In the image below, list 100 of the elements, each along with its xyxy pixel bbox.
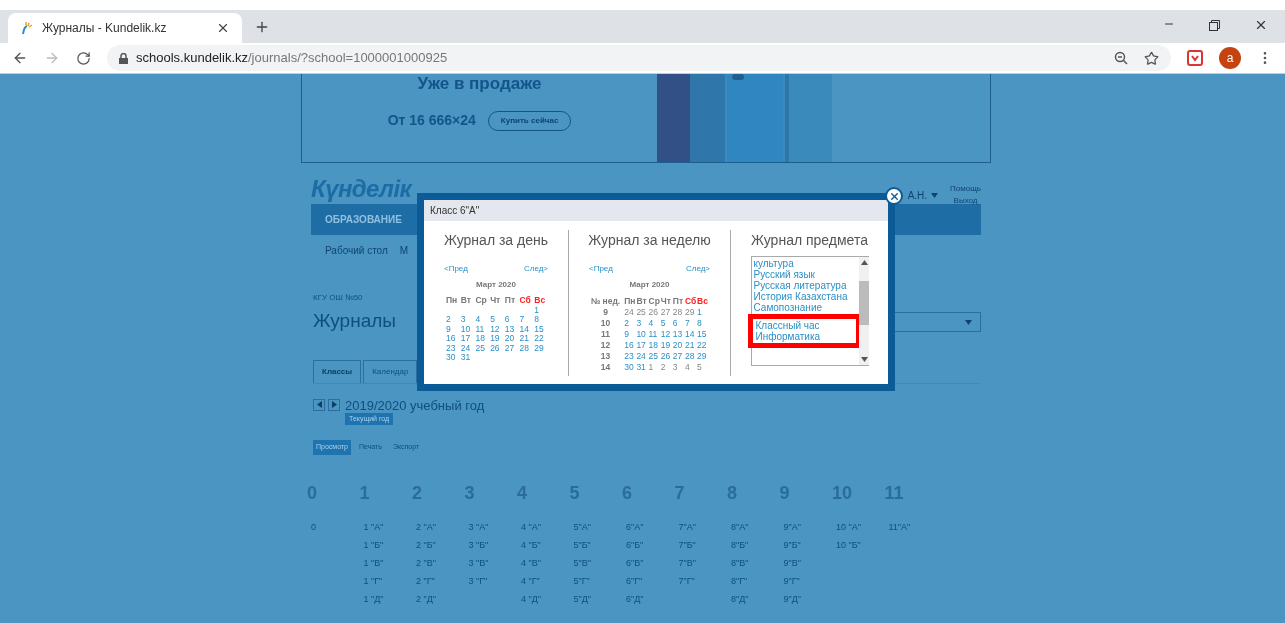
day-link[interactable]: 30 bbox=[624, 362, 636, 373]
class-link[interactable]: 3 "Б" bbox=[468, 535, 489, 554]
class-link[interactable]: 4 "Б" bbox=[521, 535, 541, 554]
class-link[interactable]: 8"Д" bbox=[731, 589, 749, 608]
class-link[interactable]: 7"Г" bbox=[678, 571, 695, 590]
class-link[interactable]: 3 "В" bbox=[468, 553, 489, 572]
class-link[interactable]: 5"Б" bbox=[573, 535, 591, 554]
subnav-link[interactable]: Рабочий стол bbox=[325, 242, 388, 258]
subject-item[interactable]: Информатика bbox=[755, 331, 821, 342]
day-link[interactable]: 25 bbox=[475, 343, 488, 353]
day-link[interactable]: 28 bbox=[519, 343, 532, 353]
day-link[interactable]: 13 bbox=[504, 324, 517, 334]
day-link[interactable]: 6 bbox=[672, 318, 684, 329]
class-link[interactable]: 10 "Б" bbox=[836, 535, 861, 554]
close-tab-icon[interactable] bbox=[216, 21, 230, 35]
class-link[interactable]: 1 "Г" bbox=[363, 571, 383, 590]
day-link[interactable]: 7 bbox=[519, 315, 532, 325]
class-link[interactable]: 9"Д" bbox=[783, 589, 801, 608]
day-link[interactable]: 24 bbox=[636, 351, 648, 362]
day-link[interactable]: 31 bbox=[636, 362, 648, 373]
subject-item[interactable]: Классный час bbox=[755, 320, 820, 331]
close-button[interactable] bbox=[885, 187, 903, 205]
day-link[interactable]: 26 bbox=[660, 351, 672, 362]
scroll-up-icon[interactable] bbox=[861, 260, 868, 265]
browser-tab[interactable]: Журналы - Kundelik.kz bbox=[8, 13, 242, 43]
subnav-link[interactable]: М bbox=[399, 242, 409, 258]
class-link[interactable]: 4 "Г" bbox=[521, 571, 540, 590]
day-link[interactable]: 12 bbox=[490, 324, 502, 334]
subject-item[interactable]: История Казахстана bbox=[753, 291, 848, 302]
user-menu[interactable]: А.Н. bbox=[907, 183, 939, 207]
previous-year-button[interactable] bbox=[313, 398, 325, 411]
header-link[interactable]: Выход bbox=[953, 195, 978, 207]
day-link[interactable]: 4 bbox=[684, 362, 697, 373]
restore-icon[interactable] bbox=[1209, 20, 1220, 31]
class-link[interactable]: 6"В" bbox=[626, 553, 644, 572]
class-link[interactable]: 3 "Г" bbox=[468, 571, 488, 590]
back-icon[interactable] bbox=[12, 50, 28, 66]
day-link[interactable]: 4 bbox=[648, 318, 660, 329]
class-link[interactable]: 9"Г" bbox=[783, 571, 800, 590]
extension-icon[interactable] bbox=[1187, 50, 1203, 66]
day-link[interactable]: 7 bbox=[684, 318, 697, 329]
class-link[interactable]: 1 "Д" bbox=[363, 589, 384, 608]
day-link[interactable]: 31 bbox=[460, 353, 473, 363]
day-link[interactable]: 10 bbox=[636, 329, 648, 340]
class-link[interactable]: 6"А" bbox=[626, 517, 644, 536]
prev-link[interactable]: <Пред bbox=[444, 263, 468, 275]
day-link[interactable]: 27 bbox=[504, 343, 517, 353]
reload-icon[interactable] bbox=[76, 50, 91, 66]
day-link[interactable]: 8 bbox=[697, 318, 709, 329]
day-link[interactable]: 2 bbox=[446, 315, 458, 325]
day-link[interactable]: 11 bbox=[648, 329, 660, 340]
class-link[interactable]: 6"Д" bbox=[626, 589, 644, 608]
day-link[interactable]: 25 bbox=[648, 351, 660, 362]
class-link[interactable]: 7"А" bbox=[678, 517, 696, 536]
day-link[interactable]: 23 bbox=[624, 351, 636, 362]
next-link[interactable]: След> bbox=[685, 263, 710, 275]
next-link[interactable]: След> bbox=[523, 263, 548, 275]
class-link[interactable]: 1 "Б" bbox=[363, 535, 384, 554]
day-link[interactable]: 5 bbox=[697, 362, 709, 373]
day-link[interactable]: 3 bbox=[636, 318, 648, 329]
close-icon[interactable] bbox=[1254, 18, 1268, 32]
day-link[interactable]: 9 bbox=[446, 324, 458, 334]
day-link[interactable]: 24 bbox=[624, 307, 636, 318]
day-link[interactable]: 27 bbox=[660, 307, 672, 318]
class-link[interactable]: 5"Д" bbox=[573, 589, 591, 608]
class-link[interactable]: 8"Г" bbox=[731, 571, 748, 590]
class-link[interactable]: 2 "Д" bbox=[416, 589, 436, 608]
day-link[interactable]: 28 bbox=[672, 307, 684, 318]
day-link[interactable]: 2 bbox=[624, 318, 636, 329]
day-link[interactable]: 16 bbox=[446, 334, 458, 344]
day-link[interactable]: 2 bbox=[660, 362, 672, 373]
new-tab-icon[interactable] bbox=[254, 19, 270, 35]
subject-item[interactable]: Самопознание bbox=[753, 302, 823, 313]
class-link[interactable]: 7"В" bbox=[678, 553, 696, 572]
week-number[interactable]: 9 bbox=[603, 307, 608, 318]
header-link[interactable]: Помощь bbox=[950, 183, 981, 195]
class-link[interactable]: 7"Б" bbox=[678, 535, 696, 554]
class-link[interactable]: 5"Г" bbox=[573, 571, 590, 590]
day-link[interactable]: 3 bbox=[672, 362, 684, 373]
day-link[interactable]: 29 bbox=[534, 343, 546, 353]
class-link[interactable]: 9"А" bbox=[783, 517, 801, 536]
day-link[interactable]: 18 bbox=[475, 334, 488, 344]
day-link[interactable]: 1 bbox=[648, 362, 660, 373]
week-number[interactable]: 10 bbox=[600, 318, 611, 329]
zoom-icon[interactable] bbox=[1114, 51, 1128, 65]
day-link[interactable]: 8 bbox=[534, 315, 546, 325]
prev-link[interactable]: <Пред bbox=[589, 263, 613, 275]
day-link[interactable]: 24 bbox=[460, 343, 473, 353]
class-link[interactable]: 5"В" bbox=[573, 553, 591, 572]
class-link[interactable]: 8"Б" bbox=[731, 535, 749, 554]
day-link[interactable]: 27 bbox=[672, 351, 684, 362]
class-link[interactable]: 9"Б" bbox=[783, 535, 801, 554]
day-link[interactable]: 4 bbox=[475, 315, 488, 325]
class-link[interactable]: 2 "Г" bbox=[416, 571, 435, 590]
day-link[interactable]: 21 bbox=[519, 334, 532, 344]
day-link[interactable]: 19 bbox=[490, 334, 502, 344]
day-link[interactable]: 20 bbox=[504, 334, 517, 344]
day-link[interactable]: 22 bbox=[697, 340, 709, 351]
next-year-button[interactable] bbox=[328, 398, 340, 411]
class-link[interactable]: 5"А" bbox=[573, 517, 591, 536]
